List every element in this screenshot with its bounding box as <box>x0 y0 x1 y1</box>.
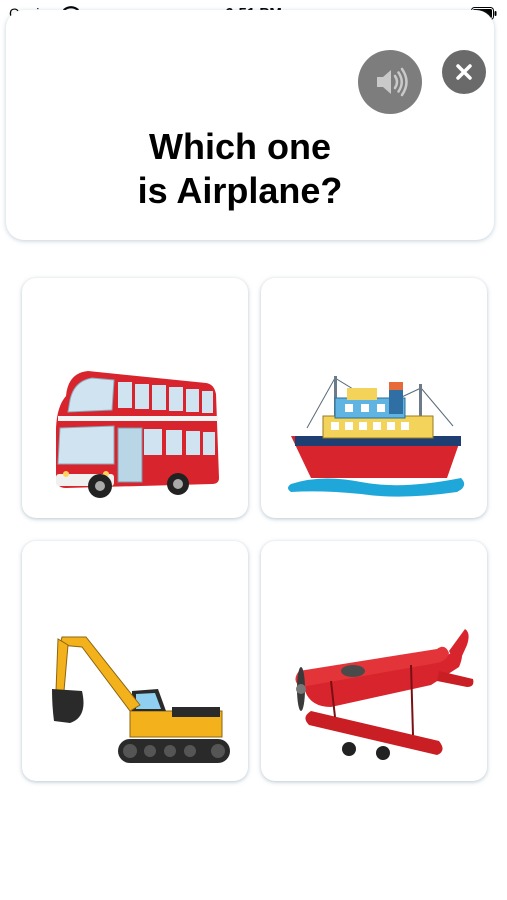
quiz-screen: Carrier 6:51 PM Which one is Airplane? <box>0 0 507 900</box>
sound-button[interactable] <box>358 50 422 114</box>
question-card: Which one is Airplane? <box>6 10 494 240</box>
answer-card-excavator[interactable] <box>22 541 248 781</box>
excavator-icon <box>52 636 230 763</box>
answer-card-bus[interactable] <box>22 278 248 518</box>
question-title: Which one is Airplane? <box>137 126 343 211</box>
airplane-icon <box>295 629 474 760</box>
close-icon <box>456 64 472 80</box>
answer-card-ship[interactable] <box>261 278 487 518</box>
close-button[interactable] <box>442 50 486 94</box>
speaker-icon <box>377 67 408 97</box>
answer-card-airplane[interactable] <box>261 541 487 781</box>
double-decker-bus-icon <box>56 371 219 498</box>
ship-icon <box>288 376 465 497</box>
